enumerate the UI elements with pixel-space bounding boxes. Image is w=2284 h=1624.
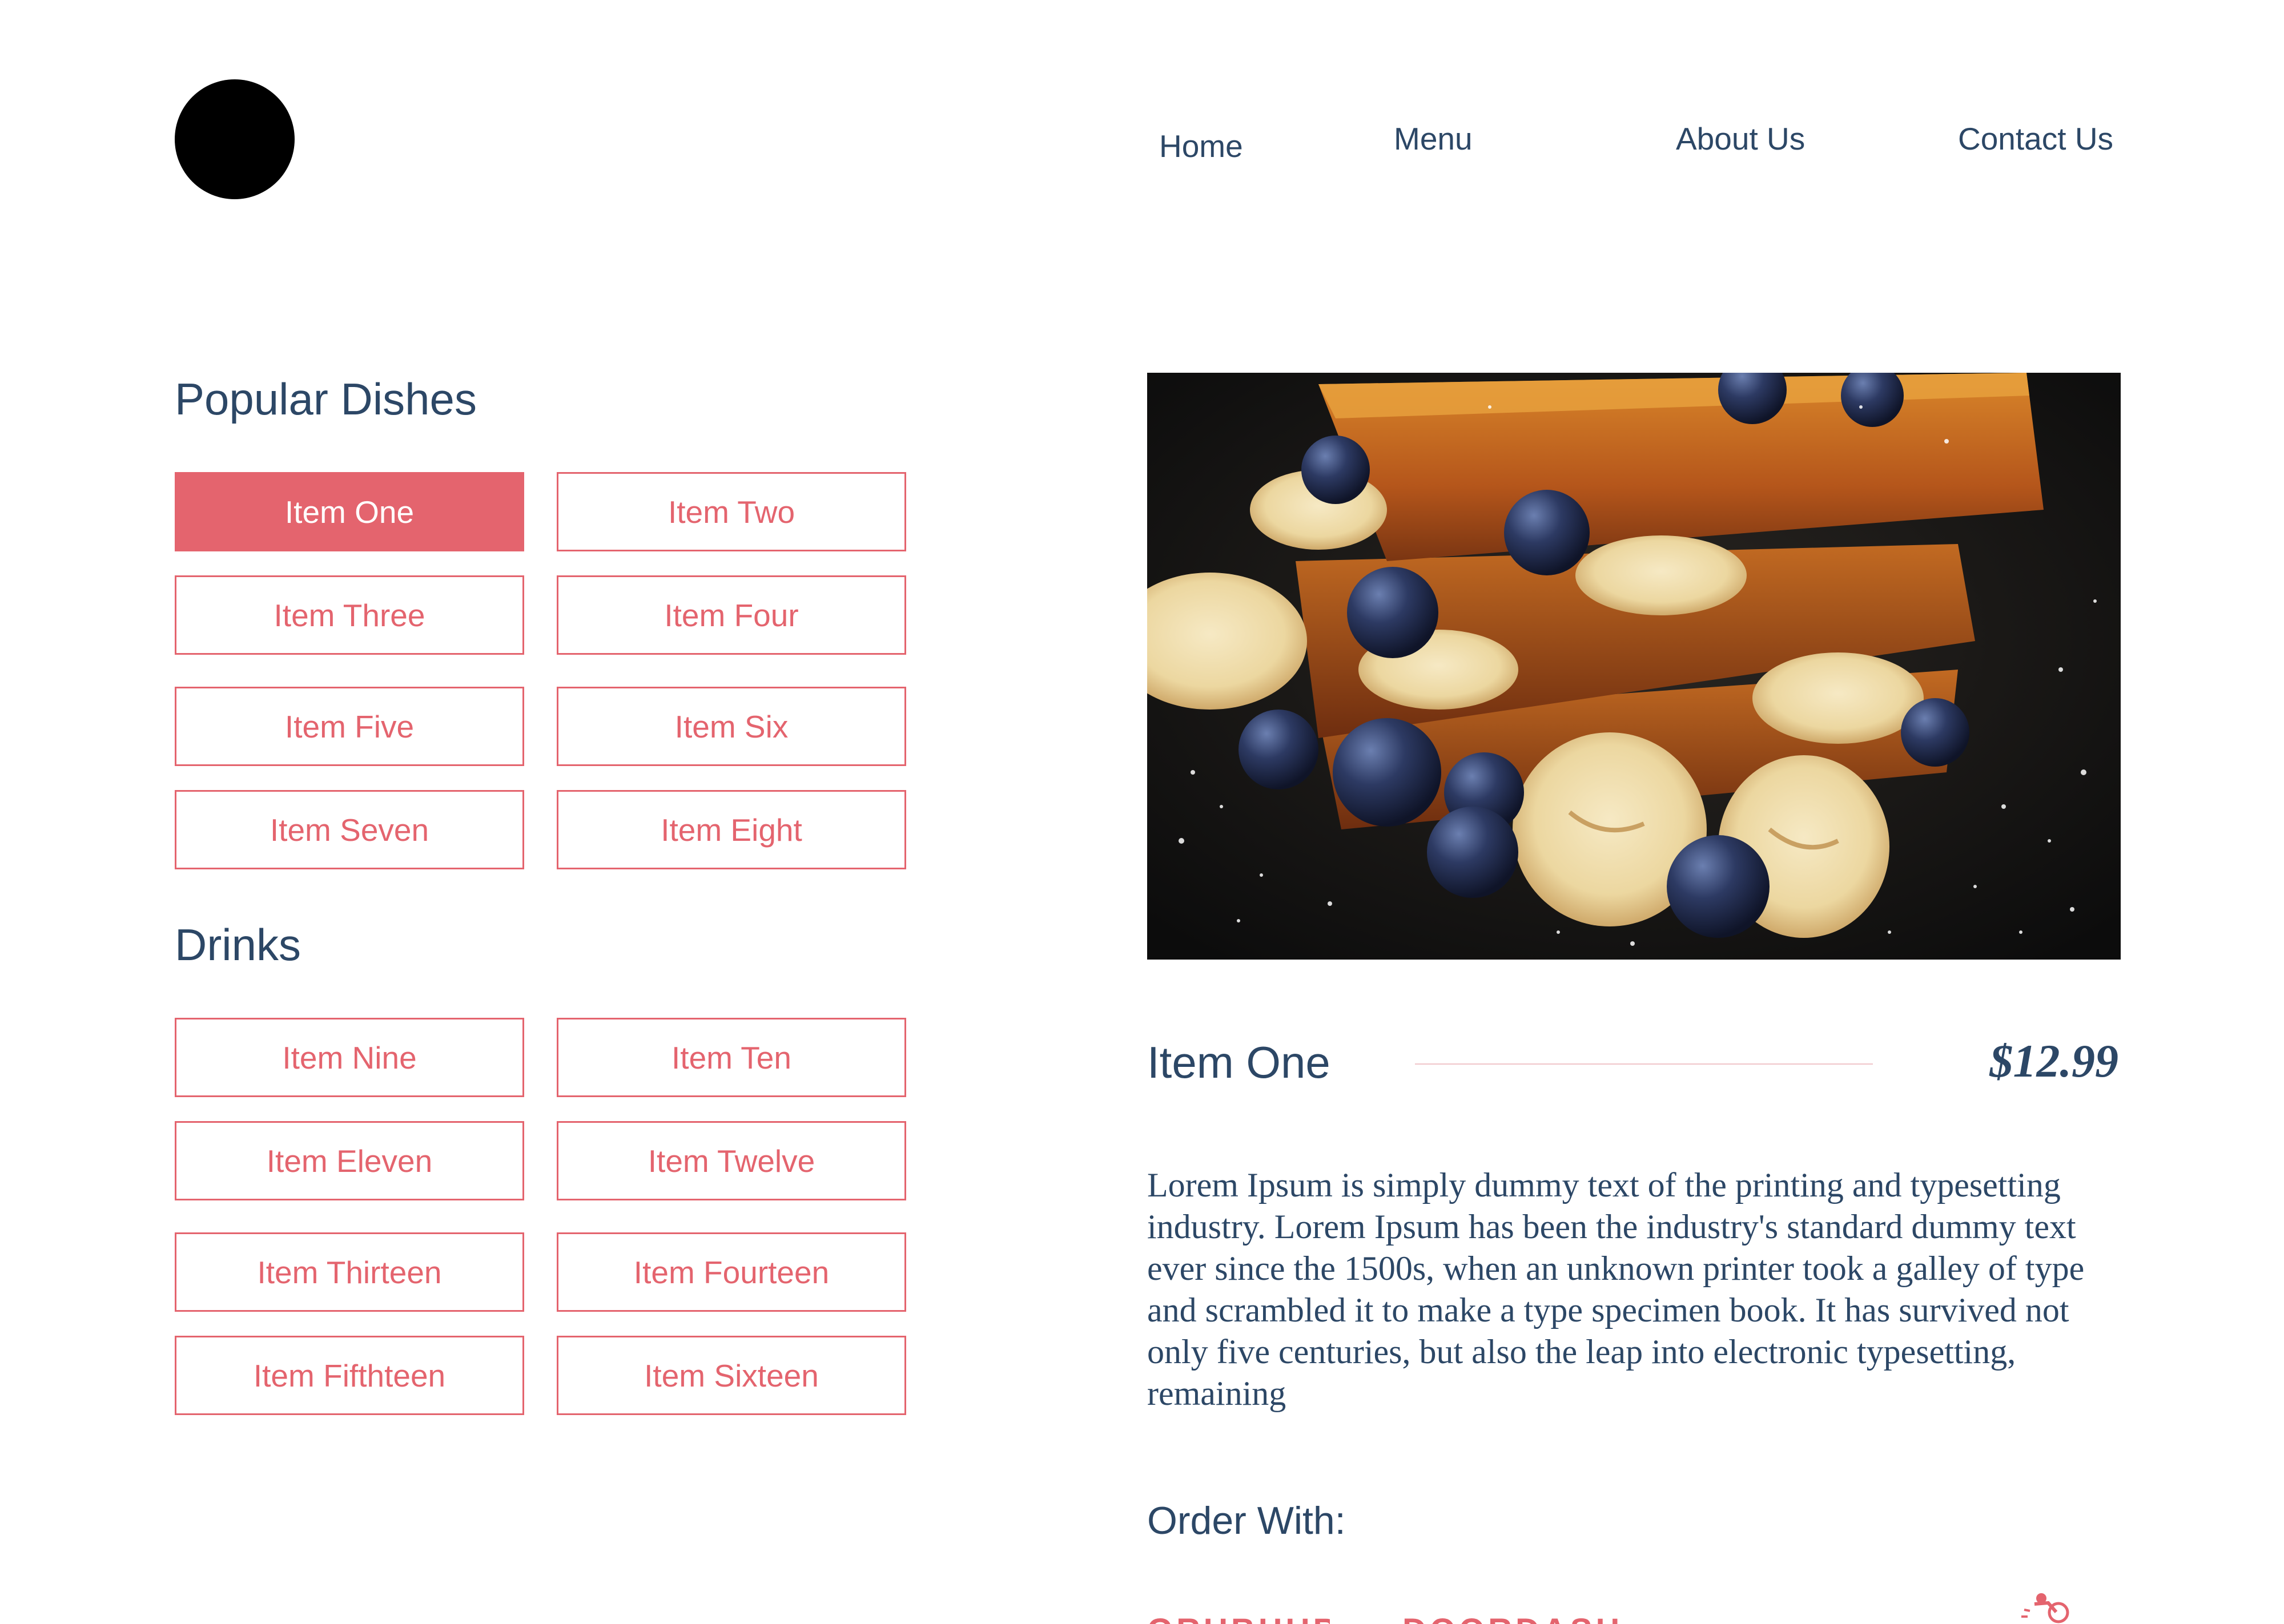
title-divider — [1415, 1063, 1873, 1065]
dish-item-button[interactable]: Item Two — [557, 472, 906, 551]
doordash-logo[interactable]: DOORDASH — [1402, 1615, 1654, 1624]
drink-item-button[interactable]: Item Thirteen — [175, 1232, 524, 1312]
grubhub-logo[interactable]: GRUBHUB — [1147, 1615, 1330, 1624]
dish-item-button[interactable]: Item Seven — [175, 790, 524, 869]
dish-item-button[interactable]: Item Six — [557, 687, 906, 766]
drinks-heading: Drinks — [175, 920, 301, 970]
selected-item-price: $12.99 — [1989, 1035, 2119, 1087]
popular-dishes-heading: Popular Dishes — [175, 374, 477, 424]
nav-contact-link[interactable]: Contact Us — [1958, 123, 2113, 155]
drink-item-button[interactable]: Item Ten — [557, 1018, 906, 1097]
dish-item-button[interactable]: Item Eight — [557, 790, 906, 869]
dish-item-button[interactable]: Item Five — [175, 687, 524, 766]
order-with-heading: Order With: — [1147, 1499, 1346, 1542]
drink-item-button[interactable]: Item Nine — [175, 1018, 524, 1097]
dish-item-button[interactable]: Item One — [175, 472, 524, 551]
site-logo[interactable] — [175, 79, 295, 199]
nav-about-link[interactable]: About Us — [1676, 123, 1805, 155]
selected-item-name: Item One — [1147, 1037, 1330, 1087]
drink-item-button[interactable]: Item Twelve — [557, 1121, 906, 1200]
drink-item-button[interactable]: Item Fifthteen — [175, 1336, 524, 1415]
french-toast-photo — [1147, 373, 2121, 960]
drink-item-button[interactable]: Item Sixteen — [557, 1336, 906, 1415]
nav-menu-link[interactable]: Menu — [1394, 123, 1473, 155]
delivery-partner-logo[interactable] — [1720, 1615, 1788, 1624]
nav-home-link[interactable]: Home — [1159, 131, 1243, 162]
dish-item-button[interactable]: Item Three — [175, 575, 524, 655]
postmates-icon[interactable] — [2018, 1587, 2076, 1624]
drink-item-button[interactable]: Item Eleven — [175, 1121, 524, 1200]
drink-item-button[interactable]: Item Fourteen — [557, 1232, 906, 1312]
delivery-partner-logo[interactable] — [1827, 1615, 1873, 1624]
selected-item-description: Lorem Ipsum is simply dummy text of the … — [1147, 1166, 2085, 1412]
dish-item-button[interactable]: Item Four — [557, 575, 906, 655]
